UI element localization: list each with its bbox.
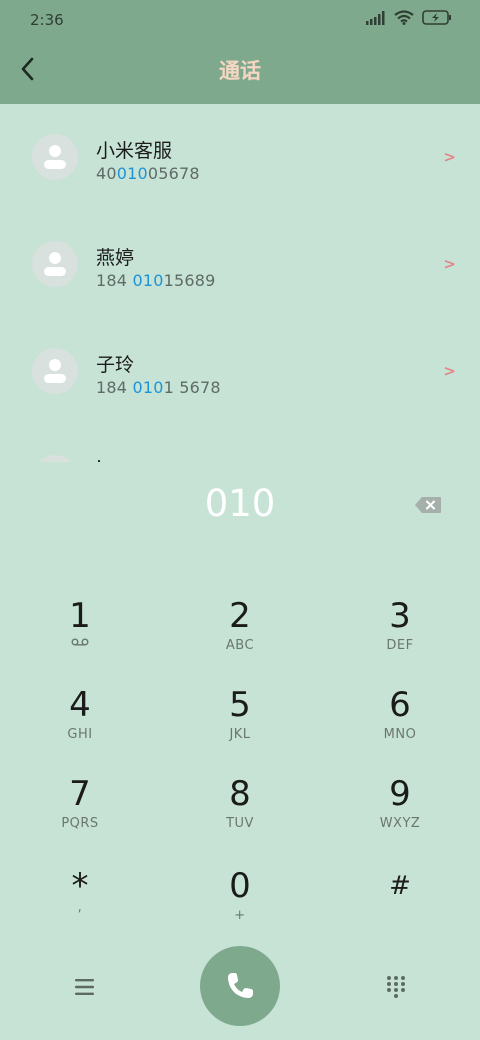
key-9[interactable]: 9 WXYZ bbox=[330, 774, 470, 854]
contact-name: 小米客服 bbox=[96, 140, 173, 162]
key-3[interactable]: 3 DEF bbox=[330, 596, 470, 676]
contact-name: 子玲 bbox=[96, 354, 135, 376]
hamburger-menu-icon bbox=[75, 979, 94, 995]
matched-digits: 010 bbox=[132, 271, 164, 290]
call-button[interactable] bbox=[200, 946, 280, 1026]
contact-item-partial[interactable]: · bbox=[0, 425, 480, 462]
contact-number: 184 0101 5678 bbox=[96, 378, 221, 397]
page-title: 通话 bbox=[219, 59, 261, 83]
app-header: 2:36 通话 bbox=[0, 0, 480, 104]
contact-name: · bbox=[96, 451, 103, 462]
person-icon bbox=[44, 252, 66, 276]
signal-icon bbox=[366, 10, 385, 25]
voicemail-icon bbox=[71, 638, 89, 646]
contact-item[interactable]: 燕婷 184 01015689 > bbox=[0, 211, 480, 317]
key-4[interactable]: 4 GHI bbox=[10, 685, 150, 765]
avatar bbox=[32, 348, 78, 394]
key-1[interactable]: 1 bbox=[10, 596, 150, 676]
key-8[interactable]: 8 TUV bbox=[170, 774, 310, 854]
wifi-icon bbox=[394, 10, 414, 25]
contact-number: 184 01015689 bbox=[96, 271, 216, 290]
backspace-icon bbox=[415, 497, 441, 513]
backspace-button[interactable] bbox=[414, 496, 442, 514]
matched-digits: 010 bbox=[132, 378, 164, 397]
battery-charging-icon bbox=[422, 10, 451, 25]
person-icon bbox=[44, 359, 66, 383]
key-star[interactable]: * , bbox=[10, 866, 150, 946]
matched-digits: 010 bbox=[116, 164, 148, 183]
key-2[interactable]: 2 ABC bbox=[170, 596, 310, 676]
contact-name: 燕婷 bbox=[96, 247, 135, 269]
chevron-right-icon[interactable]: > bbox=[443, 362, 456, 380]
person-icon bbox=[44, 145, 66, 169]
key-5[interactable]: 5 JKL bbox=[170, 685, 310, 765]
menu-button[interactable] bbox=[70, 974, 100, 1000]
status-time: 2:36 bbox=[30, 11, 64, 29]
dialpad-toggle-button[interactable] bbox=[384, 974, 408, 1000]
dialpad-grid-icon bbox=[387, 976, 405, 998]
contact-results-list: 小米客服 4001005678 > 燕婷 184 01015689 > 子玲 1… bbox=[0, 104, 480, 462]
contact-item[interactable]: 子玲 184 0101 5678 > bbox=[0, 318, 480, 424]
key-0[interactable]: 0 + bbox=[170, 866, 310, 946]
avatar bbox=[32, 134, 78, 180]
avatar bbox=[32, 455, 78, 462]
chevron-right-icon[interactable]: > bbox=[443, 148, 456, 166]
key-7[interactable]: 7 PQRS bbox=[10, 774, 150, 854]
status-icons bbox=[366, 10, 452, 25]
key-6[interactable]: 6 MNO bbox=[330, 685, 470, 765]
chevron-right-icon[interactable]: > bbox=[443, 255, 456, 273]
key-hash[interactable]: # bbox=[330, 866, 470, 946]
phone-icon bbox=[228, 973, 253, 998]
contact-item[interactable]: 小米客服 4001005678 > bbox=[0, 104, 480, 210]
dialed-number-display: 010 bbox=[204, 482, 276, 525]
contact-number: 4001005678 bbox=[96, 164, 200, 183]
avatar bbox=[32, 241, 78, 287]
